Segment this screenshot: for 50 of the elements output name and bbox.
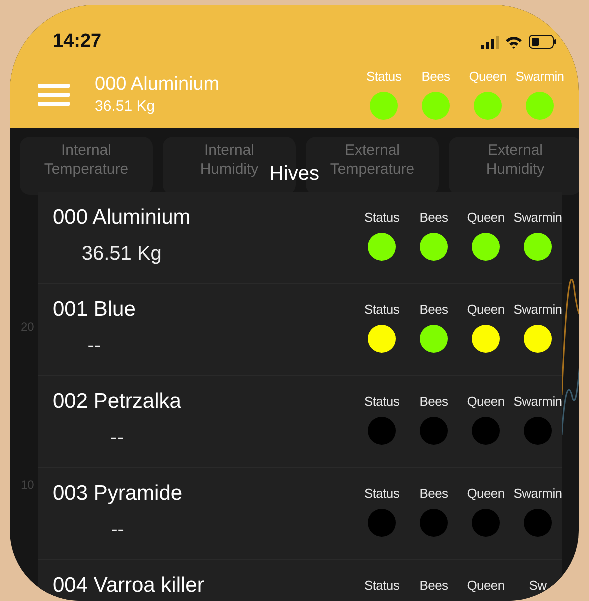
indicator-label: Bees [420,394,448,409]
indicator-label: Queen [469,69,507,84]
indicator-label: Queen [467,210,505,225]
hive-name: 003 Pyramide [53,482,183,506]
hive-list-item[interactable]: 003 Pyramide -- Status Bees Queen Swarmin [38,468,562,560]
indicator-label: Sw [529,578,547,593]
hive-name: 002 Petrzalka [53,390,182,414]
indicator-label: Status [364,486,400,501]
hive-weight: 36.51 Kg [82,243,162,266]
indicator-label: Swarmin [516,69,564,84]
hive-list-item[interactable]: 000 Aluminium 36.51 Kg Status Bees Queen Swarmin [38,192,562,284]
hive-name: 001 Blue [53,298,136,322]
hive-list-item[interactable]: 004 Varroa killer Status Bees Queen Sw [38,560,562,601]
signal-icon [481,36,499,48]
hive-weight: -- [88,335,102,358]
hive-name: 000 Aluminium [95,74,221,96]
card-label: External Temperature [330,141,415,179]
menu-icon[interactable] [38,84,70,106]
battery-icon [529,35,557,49]
dialog-title: Hives [268,163,320,186]
indicator-label: Swarmin [514,394,562,409]
card-label: External Humidity [486,141,545,179]
indicator-label: Bees [420,210,448,225]
indicator-label: Bees [420,302,448,317]
indicator-label: Swarmin [514,302,562,317]
indicator-label: Swarmin [514,486,562,501]
indicator-label: Bees [420,486,448,501]
indicator-label: Status [364,578,400,593]
indicator-label: Status [364,302,400,317]
hive-name: 000 Aluminium [53,206,191,230]
clock-time: 14:27 [53,31,102,53]
indicator-label: Bees [420,578,448,593]
indicator-label: Queen [467,578,505,593]
indicator-label: Status [364,210,400,225]
indicator-label: Status [364,394,400,409]
indicator-label: Swarmin [514,210,562,225]
indicator-label: Status [366,69,402,84]
indicator-label: Queen [467,486,505,501]
indicator-label: Bees [422,69,450,84]
hive-weight: -- [110,427,124,450]
hive-list-item[interactable]: 002 Petrzalka -- Status Bees Queen Swarmin [38,376,562,468]
hive-list-item[interactable]: 001 Blue -- Status Bees Queen Swarmin [38,284,562,376]
wifi-icon [505,36,523,48]
indicator-label: Queen [467,394,505,409]
hive-weight: -- [111,519,124,542]
card-label: Internal Humidity [200,141,259,179]
hive-name: 004 Varroa killer [53,574,204,598]
indicator-label: Queen [467,302,505,317]
hive-weight: 36.51 Kg [95,98,156,115]
card-label: Internal Temperature [44,141,129,179]
